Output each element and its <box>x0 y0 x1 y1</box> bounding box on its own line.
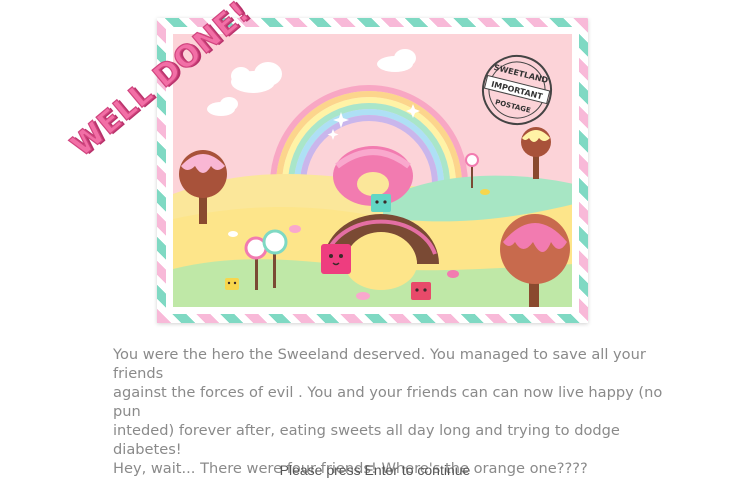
postcard: SWEETLAND IMPORTANT POSTAGE <box>157 18 588 323</box>
postcard-frame: SWEETLAND IMPORTANT POSTAGE <box>166 27 579 314</box>
continue-prompt[interactable]: Please press Enter to continue <box>0 462 750 478</box>
candy-landscape-svg: SWEETLAND IMPORTANT POSTAGE <box>173 34 572 307</box>
candy-landscape-illustration: SWEETLAND IMPORTANT POSTAGE <box>173 34 572 307</box>
story-line: inteded) forever after, eating sweets al… <box>113 422 620 458</box>
yellow-cube-friend <box>225 278 239 290</box>
story-line: You were the hero the Sweeland deserved.… <box>113 346 646 382</box>
teal-cube-friend <box>371 194 391 212</box>
pink-cube-friend <box>321 244 351 274</box>
story-line: against the forces of evil . You and you… <box>113 384 663 420</box>
ending-story-text: You were the hero the Sweeland deserved.… <box>113 345 673 478</box>
red-cube-friend <box>411 282 431 300</box>
